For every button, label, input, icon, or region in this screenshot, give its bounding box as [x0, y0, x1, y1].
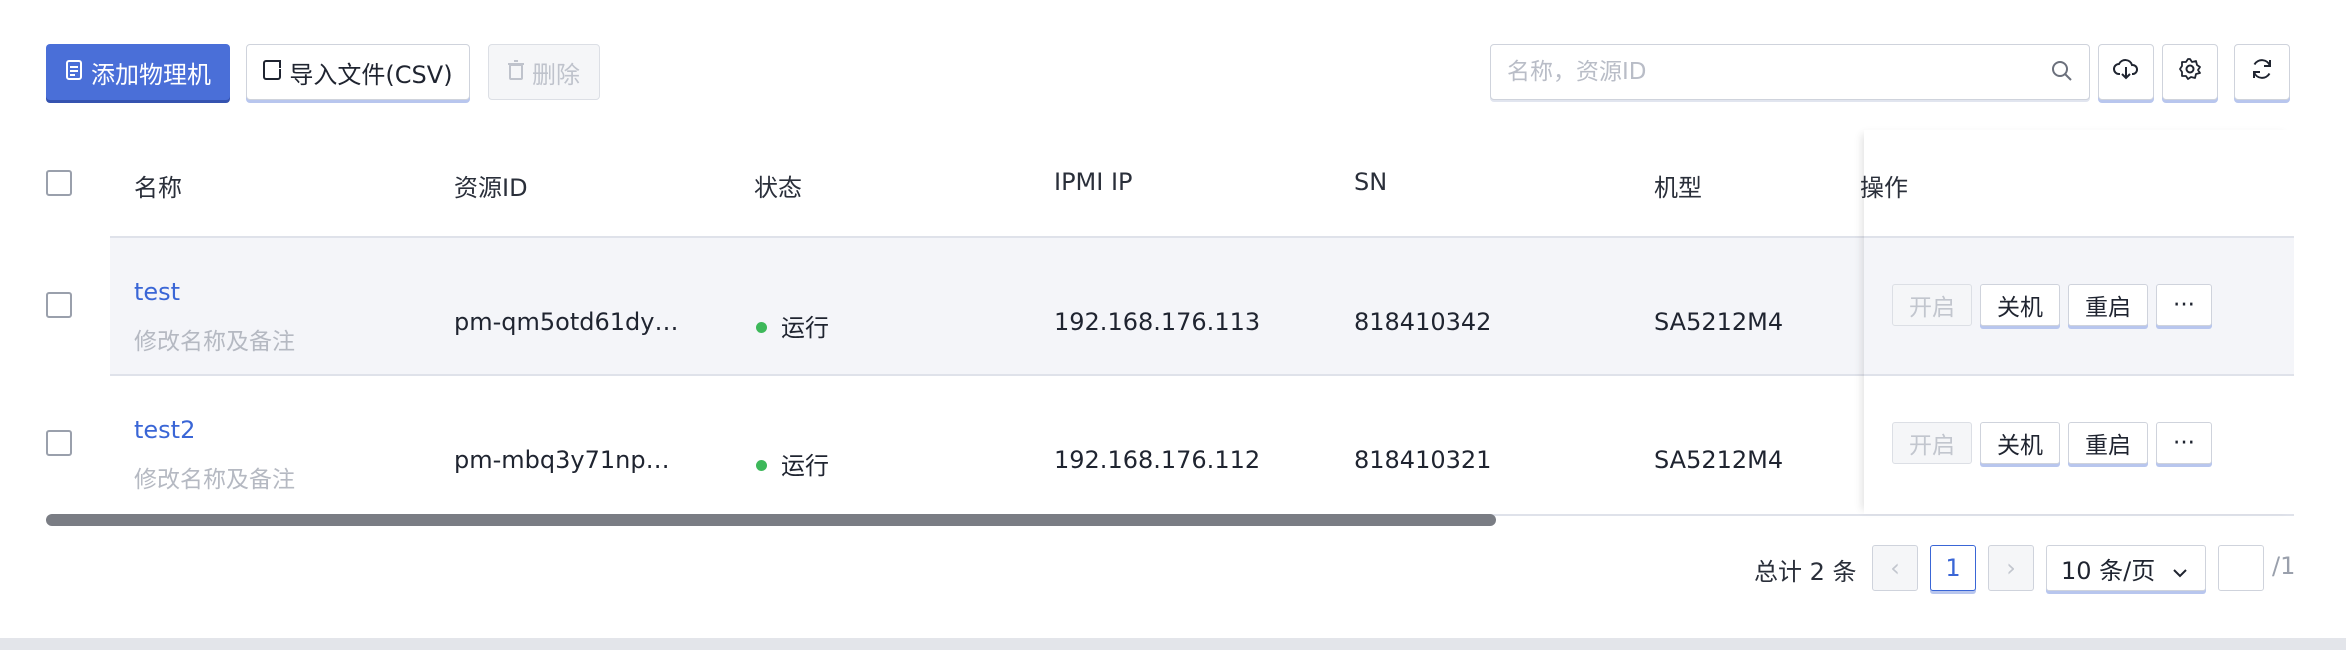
page-size-value: 10 条/页	[2061, 556, 2156, 585]
row-checkbox[interactable]	[46, 292, 72, 318]
row-resource-id: pm-mbq3y71np…	[454, 446, 670, 474]
search-icon[interactable]	[2051, 60, 2073, 88]
column-header-model: 机型	[1654, 174, 1702, 202]
search-input[interactable]	[1507, 45, 2037, 98]
page-size-select[interactable]: 10 条/页	[2046, 545, 2206, 591]
start-button[interactable]: 开启	[1892, 284, 1972, 326]
delete-label: 删除	[532, 60, 580, 89]
refresh-icon	[2250, 57, 2274, 87]
more-actions-button[interactable]: ···	[2156, 422, 2212, 464]
shutdown-button[interactable]: 关机	[1980, 422, 2060, 464]
download-button[interactable]	[2098, 44, 2154, 100]
column-header-resource-id: 资源ID	[454, 174, 528, 202]
add-physical-machine-button[interactable]: 添加物理机	[46, 44, 230, 100]
restart-button[interactable]: 重启	[2068, 284, 2148, 326]
refresh-button[interactable]	[2234, 44, 2290, 100]
status-running-dot	[756, 459, 767, 471]
cloud-download-icon	[2113, 58, 2139, 86]
start-button[interactable]: 开启	[1892, 422, 1972, 464]
row-ipmi-ip: 192.168.176.112	[1054, 446, 1261, 474]
bottom-border	[0, 638, 2346, 650]
row-resource-id: pm-qm5otd61dy…	[454, 308, 679, 336]
row-ipmi-ip: 192.168.176.113	[1054, 308, 1261, 336]
prev-page-button[interactable]: ‹	[1872, 545, 1918, 591]
page-number-button[interactable]: 1	[1930, 545, 1976, 591]
row-edit-note-link[interactable]: 修改名称及备注	[134, 322, 295, 356]
import-csv-button[interactable]: 导入文件(CSV)	[246, 44, 470, 100]
search-box[interactable]	[1490, 44, 2090, 100]
row-status: 运行	[756, 446, 829, 481]
row-status-text: 运行	[781, 314, 829, 342]
actions-column: 开启 关机 重启 ··· 开启 关机 重启 ···	[1864, 130, 2294, 514]
add-physical-machine-label: 添加物理机	[91, 60, 211, 89]
horizontal-scrollbar[interactable]	[46, 514, 1496, 526]
next-page-button[interactable]: ›	[1988, 545, 2034, 591]
row-sn: 818410342	[1354, 308, 1492, 336]
delete-button[interactable]: 删除	[488, 44, 600, 100]
pagination-total: 总计 2 条	[1754, 558, 1857, 586]
page-jump-input[interactable]	[2218, 545, 2264, 591]
row-sn: 818410321	[1354, 446, 1492, 474]
select-all-checkbox[interactable]	[46, 170, 72, 196]
settings-button[interactable]	[2162, 44, 2218, 100]
row-checkbox[interactable]	[46, 430, 72, 456]
column-header-sn: SN	[1354, 168, 1388, 196]
row-model: SA5212M4	[1654, 308, 1784, 336]
page-count: /1	[2272, 552, 2296, 580]
column-header-name: 名称	[134, 174, 182, 202]
import-csv-label: 导入文件(CSV)	[289, 60, 453, 89]
row-status: 运行	[756, 308, 829, 343]
trash-icon	[508, 58, 524, 86]
chevron-down-icon	[2171, 560, 2189, 588]
row-edit-note-link[interactable]: 修改名称及备注	[134, 460, 295, 494]
document-icon	[65, 58, 83, 86]
row-name-link[interactable]: test2	[134, 416, 195, 444]
row-model: SA5212M4	[1654, 446, 1784, 474]
column-header-status: 状态	[754, 174, 802, 202]
status-running-dot	[756, 321, 767, 333]
more-actions-button[interactable]: ···	[2156, 284, 2212, 326]
shutdown-button[interactable]: 关机	[1980, 284, 2060, 326]
restart-button[interactable]: 重启	[2068, 422, 2148, 464]
file-import-icon	[263, 58, 282, 86]
row-name-link[interactable]: test	[134, 278, 180, 306]
column-header-ipmi-ip: IPMI IP	[1054, 168, 1133, 196]
row-status-text: 运行	[781, 452, 829, 480]
gear-icon	[2178, 57, 2202, 87]
